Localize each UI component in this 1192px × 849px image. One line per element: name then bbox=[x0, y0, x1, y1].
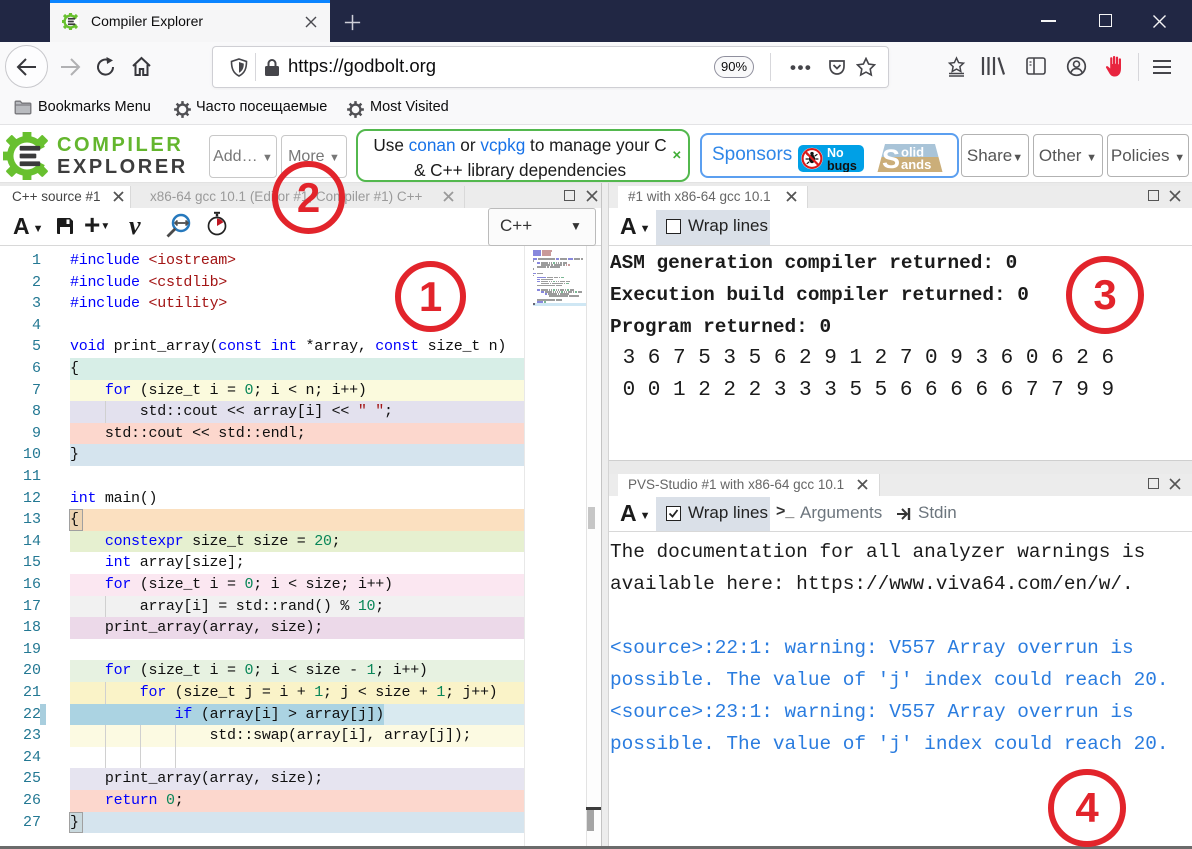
svg-text:S: S bbox=[882, 144, 900, 172]
svg-text:No: No bbox=[827, 146, 844, 160]
svg-text:bugs: bugs bbox=[827, 159, 857, 172]
svg-text:ands: ands bbox=[901, 157, 931, 172]
